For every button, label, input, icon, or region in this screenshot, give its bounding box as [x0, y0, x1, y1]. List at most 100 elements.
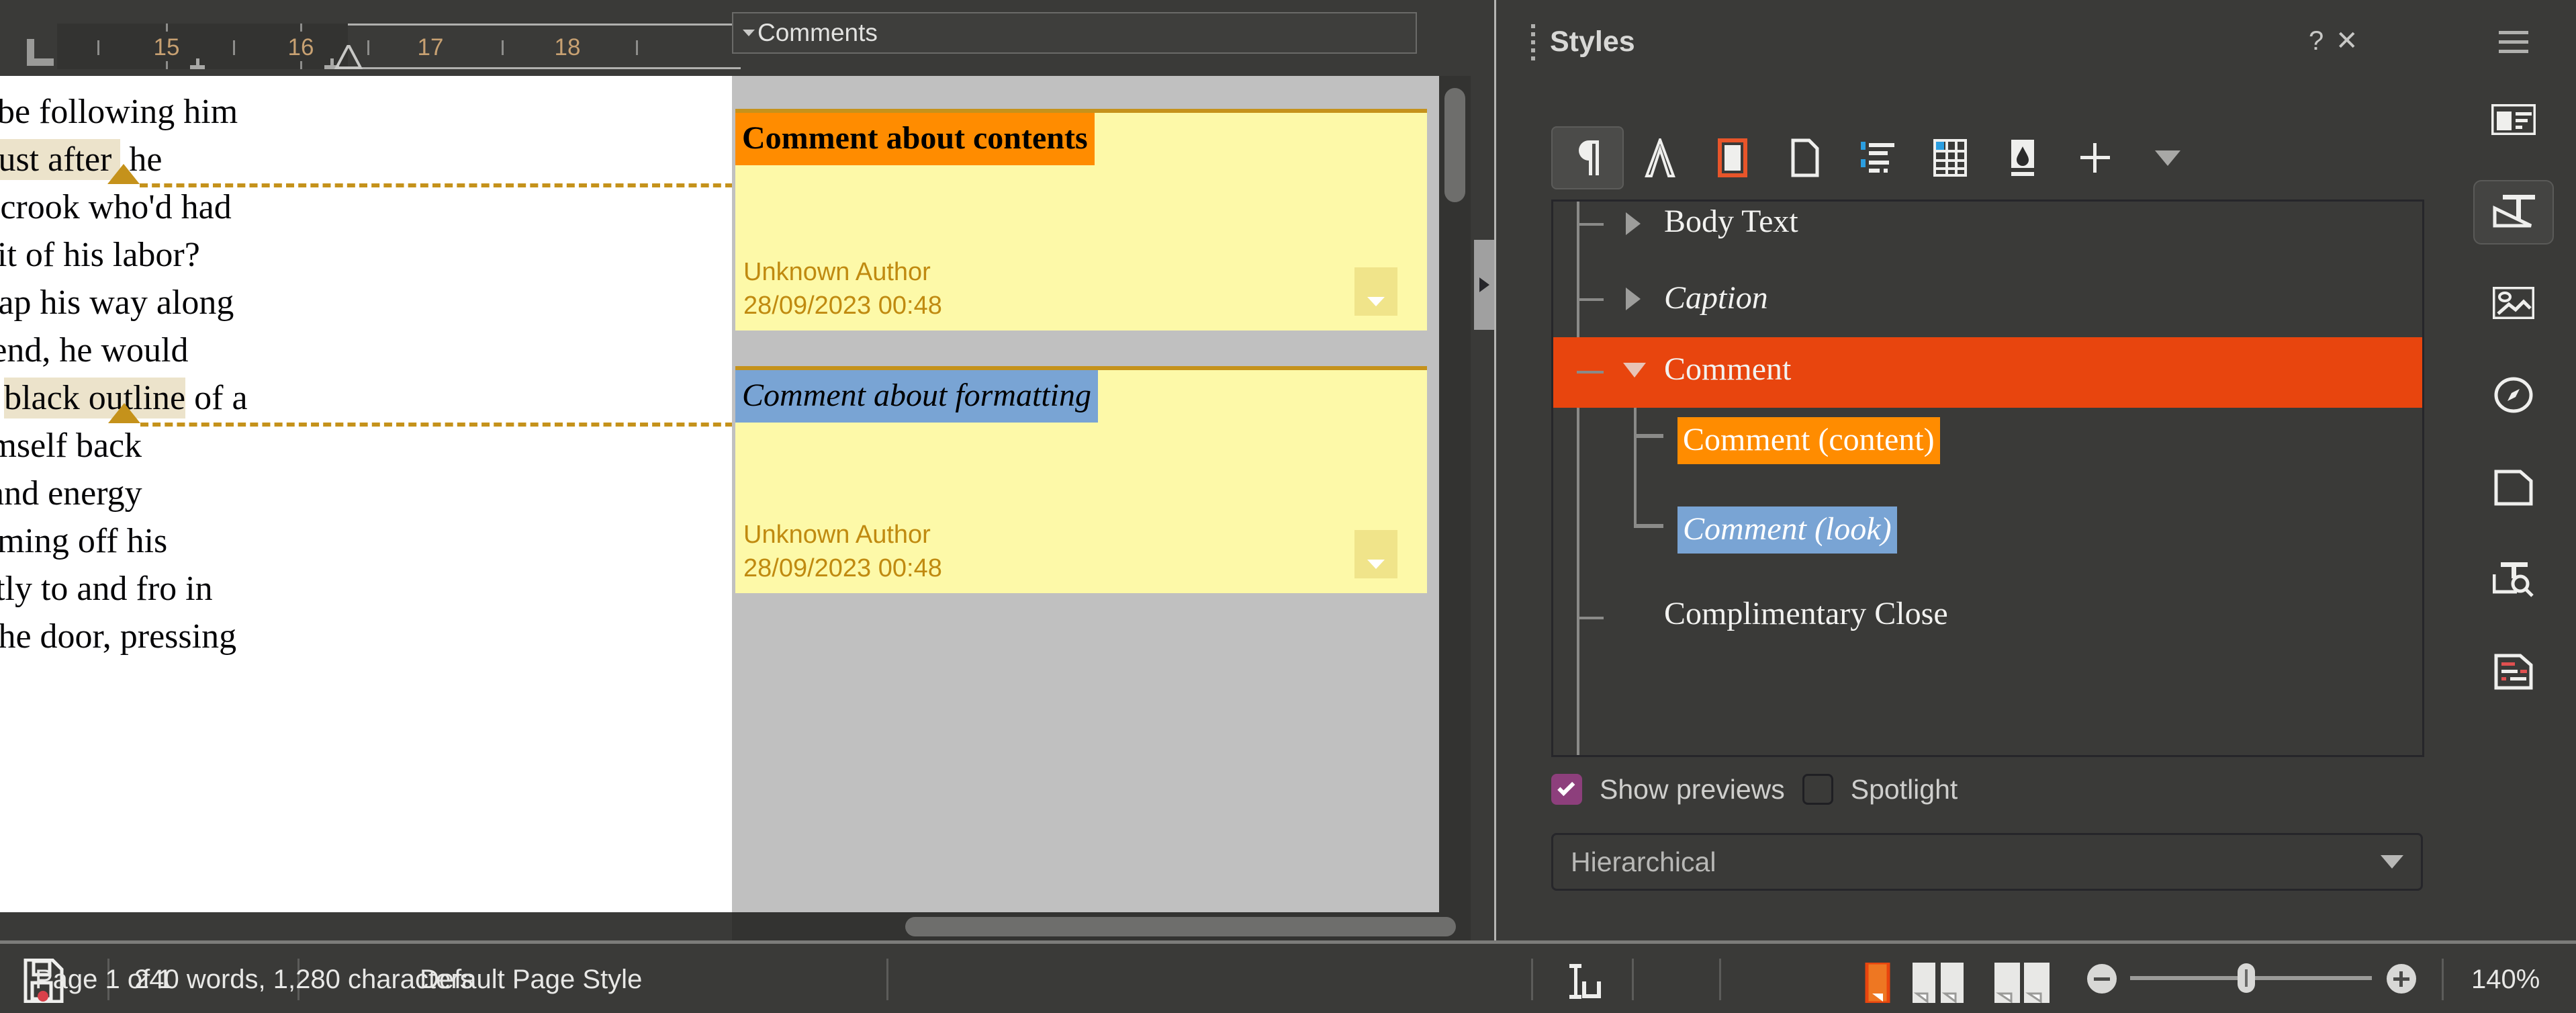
scrollbar-thumb[interactable] [905, 917, 1456, 936]
table-icon [1933, 139, 1967, 177]
ruler-tick-label: 17 [417, 34, 444, 60]
fill-format-mode-button[interactable] [1986, 126, 2059, 189]
horizontal-ruler[interactable]: 15 16 17 18 [57, 24, 741, 69]
comment-menu-button[interactable] [1354, 267, 1397, 316]
comment-card[interactable]: Comment about contents Unknown Author 28… [735, 109, 1427, 331]
doc-line: r crook who'd had [0, 188, 232, 226]
gallery-image-icon [2493, 287, 2534, 319]
styles-panel-header: Styles ? ✕ [1496, 0, 2451, 94]
frame-icon [1718, 138, 1747, 177]
manage-changes-icon [2494, 654, 2533, 690]
single-page-view-button[interactable] [1859, 961, 1896, 1005]
comments-toolbar-dropdown[interactable]: Comments [732, 12, 1417, 54]
ruler-tick-label: 15 [153, 34, 180, 60]
style-filter-dropdown[interactable]: Hierarchical [1551, 833, 2423, 891]
book-view-button[interactable] [1993, 963, 2050, 1004]
tab-stop-left-icon[interactable] [27, 39, 54, 66]
page-icon [1791, 138, 1819, 177]
zoom-level[interactable]: 140% [2471, 963, 2540, 996]
sidebar-settings-button[interactable] [2473, 10, 2554, 75]
properties-deck-button[interactable] [2473, 87, 2554, 152]
libreoffice-writer-window: 15 16 17 18 Comments be following him us… [0, 0, 2576, 1013]
page-style[interactable]: Default Page Style [420, 963, 642, 996]
style-item-label: Body Text [1664, 204, 1798, 239]
comment-anchor-1[interactable] [107, 164, 140, 184]
new-style-button[interactable] [2059, 126, 2131, 189]
comment-timestamp: 28/09/2023 00:48 [743, 554, 942, 582]
comment-highlight-1: just after [0, 139, 121, 180]
close-icon[interactable]: ✕ [2336, 24, 2358, 58]
page-styles-button[interactable] [1769, 126, 1841, 189]
zoom-in-icon[interactable] [2387, 964, 2416, 994]
character-styles-button[interactable] [1624, 126, 1696, 189]
document-vertical-scrollbar[interactable] [1439, 76, 1471, 912]
chevron-right-icon[interactable] [1626, 212, 1641, 235]
navigator-deck-button[interactable] [2473, 363, 2554, 427]
comment-menu-button[interactable] [1354, 530, 1397, 578]
sidebar-collapse-handle[interactable] [1474, 240, 1494, 330]
comment-anchor-2[interactable] [108, 403, 140, 423]
scrollbar-thumb[interactable] [1444, 88, 1465, 202]
style-inspector-deck-button[interactable] [2473, 547, 2554, 612]
zoom-out-icon[interactable] [2087, 964, 2117, 994]
sidebar-tab-rail [2451, 0, 2576, 940]
style-item-complimentary-close[interactable]: Complimentary Close [1553, 584, 2422, 652]
chevron-down-icon [1367, 297, 1385, 306]
comment-meta: Unknown Author 28/09/2023 00:48 [743, 518, 942, 585]
manage-changes-deck-button[interactable] [2473, 640, 2554, 704]
document-canvas[interactable]: be following him just after he r crook w… [0, 76, 1471, 912]
comment-meta: Unknown Author 28/09/2023 00:48 [743, 255, 942, 322]
styles-options-row: Show previews Spotlight [1551, 773, 1958, 806]
text-selection-mode-icon[interactable] [1561, 963, 1603, 1003]
status-bar: Page 1 of 1 240 words, 1,280 characters … [0, 940, 2576, 1013]
style-item-label: Comment (look) [1677, 506, 1897, 554]
table-styles-button[interactable] [1914, 126, 1986, 189]
comment-highlight-2: black outline [4, 378, 186, 419]
zoom-slider[interactable] [2130, 963, 2372, 993]
style-item-label: Complimentary Close [1664, 596, 1948, 631]
styles-deck-panel: Styles ? ✕ Body Text Caption Comment Com… [1496, 0, 2451, 940]
properties-icon [2491, 104, 2536, 135]
styles-deck-button[interactable] [2473, 180, 2554, 245]
frame-styles-button[interactable] [1696, 126, 1769, 189]
document-horizontal-scrollbar[interactable] [732, 912, 1471, 940]
chevron-right-icon [1479, 277, 1489, 292]
show-previews-checkbox[interactable] [1551, 774, 1582, 805]
style-item-comment-look[interactable]: Comment (look) [1553, 497, 2422, 561]
letter-a-icon [1645, 138, 1675, 177]
compass-icon [2494, 377, 2533, 413]
doc-line: oming off his [0, 522, 168, 560]
style-category-toolbar [1551, 121, 2418, 195]
list-styles-button[interactable] [1841, 126, 1914, 189]
doc-line: the door, pressing [0, 617, 237, 656]
paragraph-styles-button[interactable] [1551, 126, 1624, 189]
tab-stop-marker[interactable] [190, 58, 205, 69]
style-item-caption[interactable]: Caption [1553, 263, 2422, 337]
paint-can-icon [2011, 140, 2034, 176]
comments-toolbar-label: Comments [757, 19, 878, 46]
help-button[interactable]: ? [2309, 24, 2324, 58]
doc-line: be following him [0, 93, 238, 131]
comment-card[interactable]: Comment about formatting Unknown Author … [735, 366, 1427, 593]
chevron-right-icon[interactable] [1626, 288, 1641, 310]
style-item-label: Caption [1664, 280, 1768, 316]
comment-author: Unknown Author [743, 521, 931, 549]
panel-grip-icon[interactable] [1531, 24, 1535, 62]
chevron-down-icon[interactable] [1623, 363, 1646, 378]
multi-page-view-button[interactable] [1911, 963, 1964, 1004]
style-item-comment-content[interactable]: Comment (content) [1553, 408, 2422, 472]
comment-caption: Comment about contents [735, 113, 1095, 165]
style-item-body-text[interactable]: Body Text [1553, 202, 2422, 258]
zoom-slider-handle[interactable] [2238, 963, 2255, 993]
gallery-deck-button[interactable] [2473, 271, 2554, 335]
spotlight-checkbox[interactable] [1802, 774, 1833, 805]
style-item-comment[interactable]: Comment [1553, 337, 2422, 408]
page-deck-button[interactable] [2473, 455, 2554, 520]
document-page[interactable]: be following him just after he r crook w… [0, 76, 732, 912]
style-inspector-icon [2493, 562, 2534, 597]
styles-list[interactable]: Body Text Caption Comment Comment (conte… [1551, 200, 2424, 757]
style-actions-dropdown-button[interactable] [2131, 126, 2204, 189]
plus-icon [2080, 143, 2110, 173]
pilcrow-icon [1579, 140, 1599, 175]
comment-caption: Comment about formatting [735, 370, 1099, 423]
